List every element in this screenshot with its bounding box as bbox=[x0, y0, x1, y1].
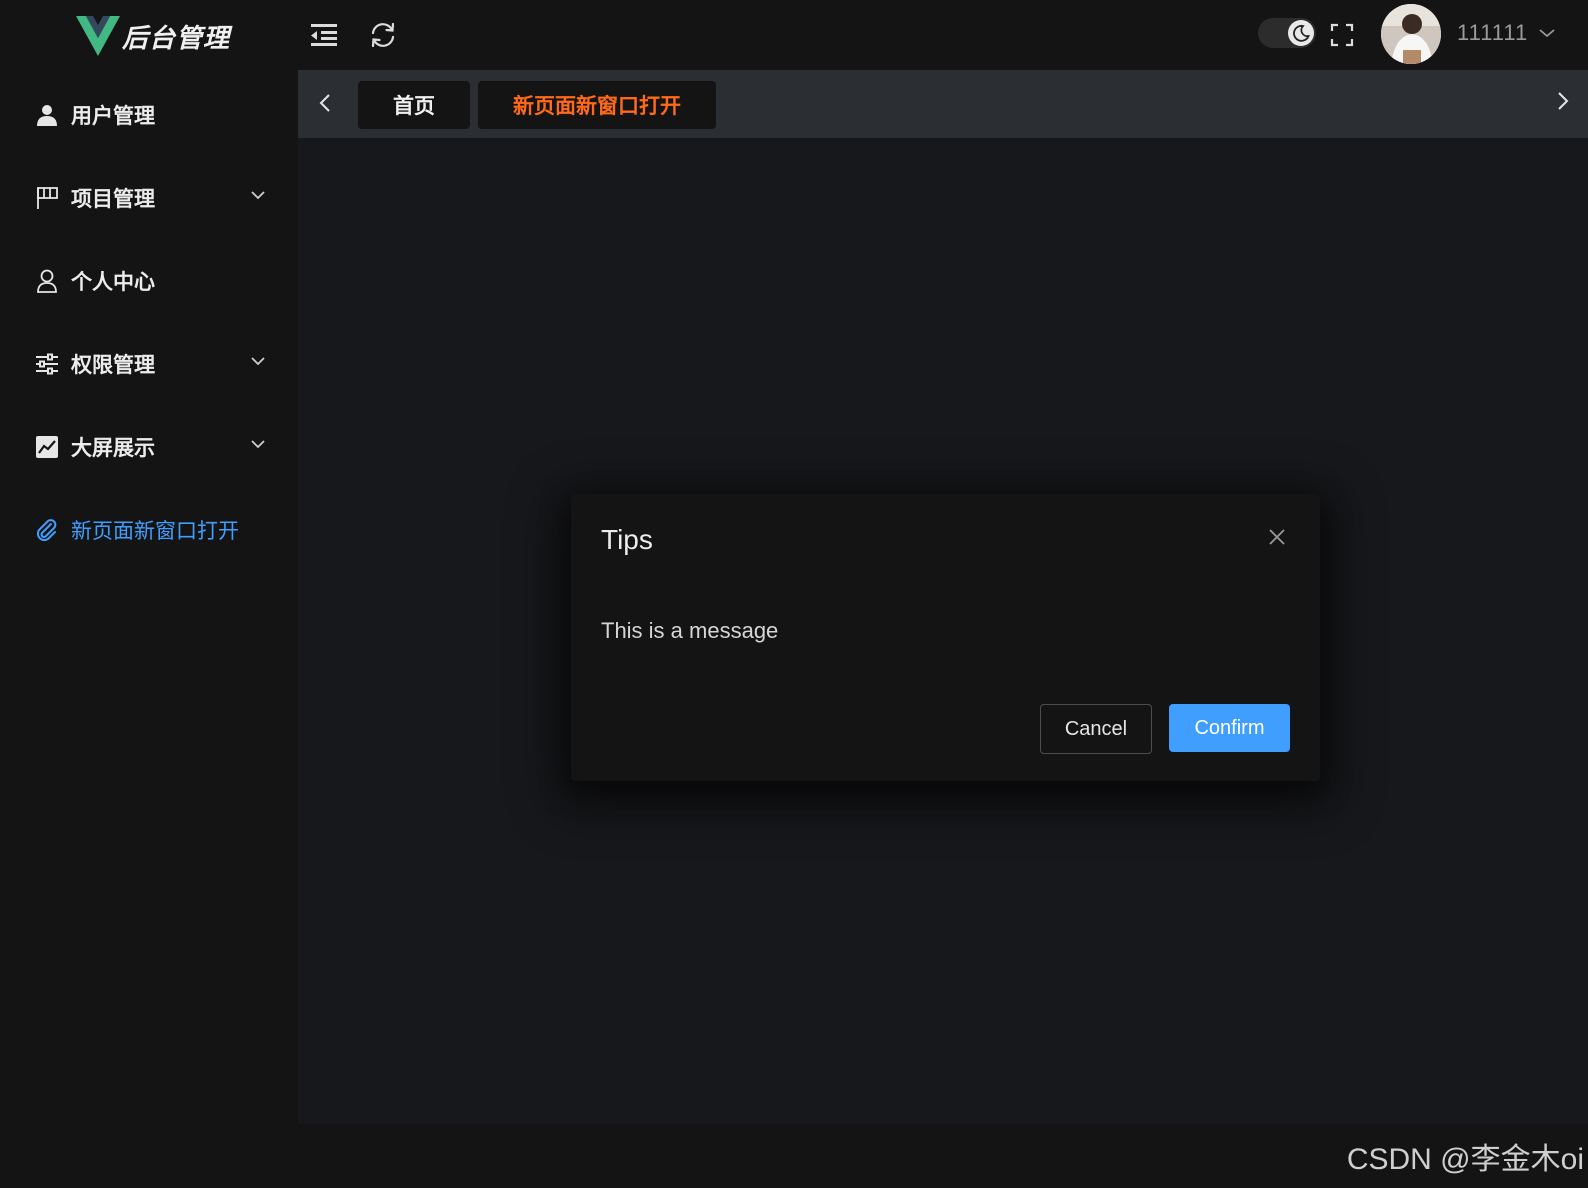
sidebar-item-label: 大屏展示 bbox=[71, 437, 155, 460]
dialog-title: Tips bbox=[601, 524, 653, 555]
cancel-button[interactable]: Cancel bbox=[1040, 704, 1152, 754]
sidebar-item-label: 权限管理 bbox=[71, 354, 155, 377]
data-line-icon bbox=[35, 435, 59, 459]
username-label: 111111 bbox=[1457, 20, 1529, 45]
dialog-message: This is a message bbox=[601, 618, 779, 643]
sidebar-item-label: 个人中心 bbox=[71, 271, 155, 294]
app-title: 后台管理 bbox=[122, 22, 231, 53]
collapse-sidebar-button[interactable] bbox=[307, 18, 341, 52]
refresh-icon bbox=[371, 22, 395, 48]
sidebar-item-user-management[interactable]: 用户管理 bbox=[0, 85, 298, 145]
chevron-down-icon bbox=[1539, 29, 1555, 38]
sidebar-item-label: 用户管理 bbox=[71, 105, 155, 128]
operation-icon bbox=[35, 352, 59, 376]
sidebar-item-new-window[interactable]: 新页面新窗口打开 bbox=[0, 500, 298, 560]
sidebar-item-label: 项目管理 bbox=[71, 188, 155, 211]
top-header: 后台管理 111111 bbox=[0, 0, 1588, 70]
theme-toggle[interactable] bbox=[1258, 18, 1316, 48]
sidebar-item-label: 新页面新窗口打开 bbox=[71, 520, 239, 543]
tabs-bar: 首页 新页面新窗口打开 bbox=[298, 70, 1588, 138]
logo[interactable]: 后台管理 bbox=[76, 16, 230, 56]
avatar[interactable] bbox=[1381, 4, 1441, 64]
refresh-button[interactable] bbox=[366, 18, 400, 52]
tabs-scroll-left-icon[interactable] bbox=[318, 92, 332, 114]
tips-dialog: Tips This is a message Cancel Confirm bbox=[571, 494, 1320, 781]
menu-fold-icon bbox=[311, 24, 337, 46]
watermark: CSDN @李金木oi bbox=[1346, 1143, 1584, 1176]
chevron-down-icon bbox=[251, 357, 265, 366]
vue-logo-icon bbox=[76, 16, 120, 56]
close-icon[interactable] bbox=[1268, 528, 1286, 546]
tabs-scroll-right-icon[interactable] bbox=[1556, 90, 1570, 112]
chevron-down-icon bbox=[251, 440, 265, 449]
paperclip-icon bbox=[35, 518, 59, 542]
fullscreen-icon bbox=[1330, 23, 1354, 47]
tab-new-window[interactable]: 新页面新窗口打开 bbox=[478, 81, 716, 129]
sidebar-item-permission-management[interactable]: 权限管理 bbox=[0, 334, 298, 394]
user-filled-icon bbox=[35, 103, 59, 127]
confirm-button[interactable]: Confirm bbox=[1169, 704, 1290, 752]
user-icon bbox=[35, 269, 59, 293]
sidebar-item-personal-center[interactable]: 个人中心 bbox=[0, 251, 298, 311]
flag-icon bbox=[35, 186, 59, 210]
fullscreen-button[interactable] bbox=[1325, 18, 1359, 52]
sidebar-item-big-screen[interactable]: 大屏展示 bbox=[0, 417, 298, 477]
user-dropdown[interactable]: 111111 bbox=[1457, 20, 1556, 46]
tab-home[interactable]: 首页 bbox=[358, 81, 470, 129]
sidebar-item-project-management[interactable]: 项目管理 bbox=[0, 168, 298, 228]
avatar-image bbox=[1381, 4, 1441, 64]
moon-icon bbox=[1293, 24, 1310, 42]
chevron-down-icon bbox=[251, 191, 265, 200]
sidebar: 用户管理 项目管理 个人中心 权限管理 大屏展示 新页面新窗口打开 bbox=[0, 70, 298, 1188]
theme-knob bbox=[1288, 20, 1314, 46]
